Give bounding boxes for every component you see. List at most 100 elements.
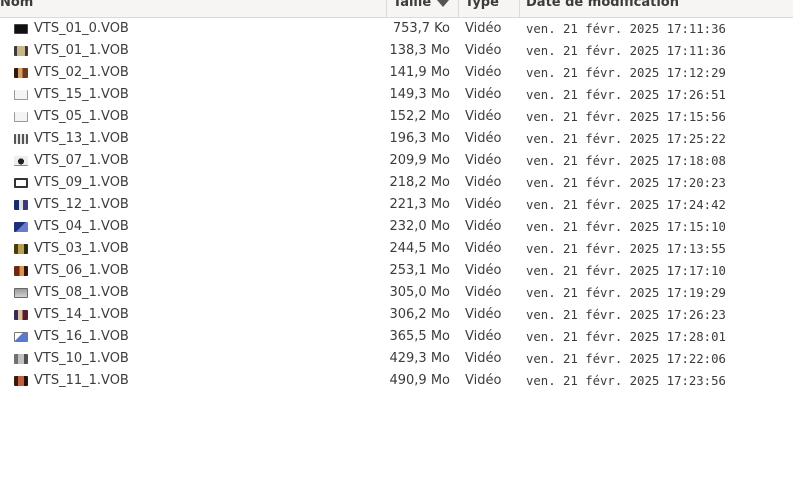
file-row[interactable]: VTS_16_1.VOB 365,5 Mo Vidéo ven. 21 févr. 2… [0, 326, 793, 348]
file-type: Vidéo [465, 87, 502, 102]
file-type: Vidéo [465, 109, 502, 124]
file-type: Vidéo [465, 43, 502, 58]
file-type: Vidéo [465, 21, 502, 36]
file-modified-date: ven. 21 févr. 2025 17:26:23 [526, 308, 726, 322]
file-modified-date: ven. 21 févr. 2025 17:28:01 [526, 330, 726, 344]
video-thumbnail-icon [14, 90, 28, 100]
video-thumbnail-icon [14, 244, 28, 254]
file-row[interactable]: VTS_14_1.VOB 306,2 Mo Vidéo ven. 21 févr. 2… [0, 304, 793, 326]
column-header-date-label: Date de modification [526, 0, 679, 10]
file-row[interactable]: VTS_08_1.VOB 305,0 Mo Vidéo ven. 21 févr. 2… [0, 282, 793, 304]
file-row[interactable]: VTS_05_1.VOB 152,2 Mo Vidéo ven. 21 févr. 2… [0, 106, 793, 128]
sort-descending-icon [437, 0, 449, 7]
video-thumbnail-icon [14, 310, 28, 320]
file-size: 152,2 Mo [389, 109, 450, 124]
column-header-type[interactable]: Type [458, 0, 519, 17]
video-thumbnail-icon [14, 376, 28, 386]
file-name: VTS_15_1.VOB [34, 87, 129, 102]
file-row[interactable]: VTS_12_1.VOB 221,3 Mo Vidéo ven. 21 févr. 2… [0, 194, 793, 216]
column-header-type-label: Type [465, 0, 499, 10]
column-header-size[interactable]: Taille [386, 0, 458, 17]
video-thumbnail-icon [14, 46, 28, 56]
file-size: 365,5 Mo [389, 329, 450, 344]
file-type: Vidéo [465, 197, 502, 212]
video-thumbnail-icon [14, 156, 28, 166]
video-thumbnail-icon [14, 112, 28, 122]
file-name: VTS_06_1.VOB [34, 263, 129, 278]
file-modified-date: ven. 21 févr. 2025 17:12:29 [526, 66, 726, 80]
file-type: Vidéo [465, 241, 502, 256]
file-row[interactable]: VTS_09_1.VOB 218,2 Mo Vidéo ven. 21 févr. 2… [0, 172, 793, 194]
file-size: 209,9 Mo [389, 153, 450, 168]
video-thumbnail-icon [14, 68, 28, 78]
column-header-date[interactable]: Date de modification [519, 0, 793, 17]
video-thumbnail-icon [14, 266, 28, 276]
file-modified-date: ven. 21 févr. 2025 17:22:06 [526, 352, 726, 366]
file-type: Vidéo [465, 307, 502, 322]
file-type: Vidéo [465, 285, 502, 300]
file-modified-date: ven. 21 févr. 2025 17:25:22 [526, 132, 726, 146]
file-type: Vidéo [465, 373, 502, 388]
file-type: Vidéo [465, 65, 502, 80]
file-size: 138,3 Mo [389, 43, 450, 58]
file-modified-date: ven. 21 févr. 2025 17:18:08 [526, 154, 726, 168]
file-row[interactable]: VTS_01_0.VOB 753,7 Ko Vidéo ven. 21 févr. 2… [0, 18, 793, 40]
file-size: 221,3 Mo [389, 197, 450, 212]
file-list-view: Nom Taille Type Date de modification VTS… [0, 0, 793, 504]
file-modified-date: ven. 21 févr. 2025 17:11:36 [526, 22, 726, 36]
file-size: 305,0 Mo [389, 285, 450, 300]
file-size: 244,5 Mo [389, 241, 450, 256]
file-size: 490,9 Mo [389, 373, 450, 388]
file-name: VTS_07_1.VOB [34, 153, 129, 168]
file-name: VTS_02_1.VOB [34, 65, 129, 80]
file-name: VTS_04_1.VOB [34, 219, 129, 234]
file-type: Vidéo [465, 351, 502, 366]
file-name: VTS_10_1.VOB [34, 351, 129, 366]
video-thumbnail-icon [14, 134, 28, 144]
file-size: 149,3 Mo [389, 87, 450, 102]
file-row[interactable]: VTS_13_1.VOB 196,3 Mo Vidéo ven. 21 févr. 2… [0, 128, 793, 150]
file-row[interactable]: VTS_10_1.VOB 429,3 Mo Vidéo ven. 21 févr. 2… [0, 348, 793, 370]
file-row[interactable]: VTS_07_1.VOB 209,9 Mo Vidéo ven. 21 févr. 2… [0, 150, 793, 172]
column-header-size-label: Taille [393, 0, 432, 10]
file-size: 253,1 Mo [389, 263, 450, 278]
file-row[interactable]: VTS_04_1.VOB 232,0 Mo Vidéo ven. 21 févr. 2… [0, 216, 793, 238]
video-thumbnail-icon [14, 354, 28, 364]
file-row[interactable]: VTS_11_1.VOB 490,9 Mo Vidéo ven. 21 févr. 2… [0, 370, 793, 392]
file-modified-date: ven. 21 févr. 2025 17:11:36 [526, 44, 726, 58]
video-thumbnail-icon [14, 332, 28, 342]
file-size: 429,3 Mo [389, 351, 450, 366]
file-name: VTS_08_1.VOB [34, 285, 129, 300]
file-size: 306,2 Mo [389, 307, 450, 322]
file-modified-date: ven. 21 févr. 2025 17:17:10 [526, 264, 726, 278]
column-header-bar: Nom Taille Type Date de modification [0, 0, 793, 18]
file-name: VTS_16_1.VOB [34, 329, 129, 344]
file-row[interactable]: VTS_15_1.VOB 149,3 Mo Vidéo ven. 21 févr. 2… [0, 84, 793, 106]
file-row[interactable]: VTS_02_1.VOB 141,9 Mo Vidéo ven. 21 févr. 2… [0, 62, 793, 84]
file-row[interactable]: VTS_06_1.VOB 253,1 Mo Vidéo ven. 21 févr. 2… [0, 260, 793, 282]
file-row[interactable]: VTS_03_1.VOB 244,5 Mo Vidéo ven. 21 févr. 2… [0, 238, 793, 260]
video-thumbnail-icon [14, 288, 28, 298]
file-type: Vidéo [465, 175, 502, 190]
file-name: VTS_01_1.VOB [34, 43, 129, 58]
file-size: 218,2 Mo [389, 175, 450, 190]
file-name: VTS_12_1.VOB [34, 197, 129, 212]
file-modified-date: ven. 21 févr. 2025 17:15:10 [526, 220, 726, 234]
file-name: VTS_11_1.VOB [34, 373, 129, 388]
file-row[interactable]: VTS_01_1.VOB 138,3 Mo Vidéo ven. 21 févr. 2… [0, 40, 793, 62]
file-name: VTS_09_1.VOB [34, 175, 129, 190]
file-size: 196,3 Mo [389, 131, 450, 146]
file-rows: VTS_01_0.VOB 753,7 Ko Vidéo ven. 21 févr. 2… [0, 18, 793, 392]
column-header-name-label: Nom [0, 0, 34, 10]
video-thumbnail-icon [14, 24, 28, 34]
file-modified-date: ven. 21 févr. 2025 17:24:42 [526, 198, 726, 212]
file-type: Vidéo [465, 219, 502, 234]
file-type: Vidéo [465, 263, 502, 278]
column-header-name[interactable]: Nom [0, 0, 385, 17]
file-name: VTS_05_1.VOB [34, 109, 129, 124]
video-thumbnail-icon [14, 222, 28, 232]
file-type: Vidéo [465, 329, 502, 344]
file-size: 232,0 Mo [389, 219, 450, 234]
file-size: 141,9 Mo [389, 65, 450, 80]
file-modified-date: ven. 21 févr. 2025 17:26:51 [526, 88, 726, 102]
